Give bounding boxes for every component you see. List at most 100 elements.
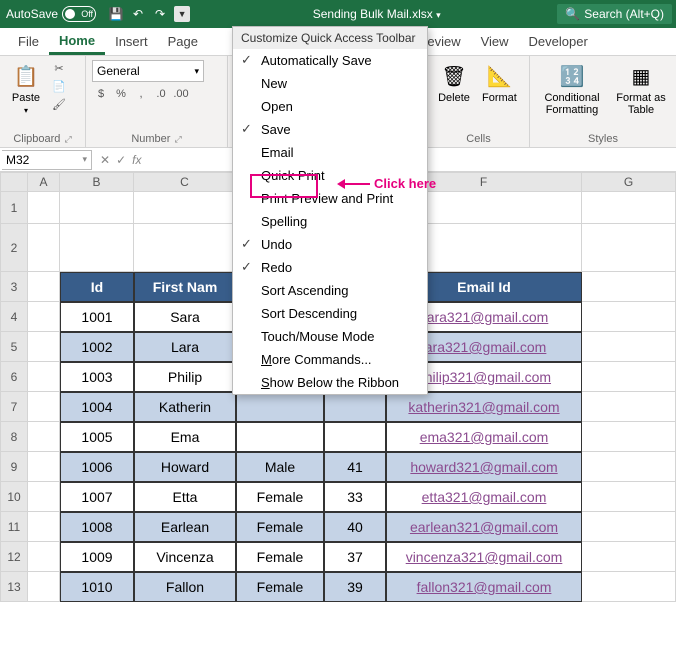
qat-menu-item[interactable]: ✓Save: [233, 118, 427, 141]
cell-age[interactable]: 33: [324, 482, 386, 512]
cell-id[interactable]: 1005: [60, 422, 134, 452]
cell-age[interactable]: 40: [324, 512, 386, 542]
row-header[interactable]: 5: [0, 332, 28, 362]
row-header[interactable]: 8: [0, 422, 28, 452]
cell-gender[interactable]: [236, 422, 324, 452]
cut-icon[interactable]: ✂: [50, 60, 68, 76]
cell-age[interactable]: 39: [324, 572, 386, 602]
launcher-icon[interactable]: ⤢: [64, 134, 71, 145]
cell-id[interactable]: 1006: [60, 452, 134, 482]
qat-menu-item[interactable]: Open: [233, 95, 427, 118]
tab-file[interactable]: File: [8, 28, 49, 55]
qat-menu-item[interactable]: New: [233, 72, 427, 95]
qat-menu-item[interactable]: Spelling: [233, 210, 427, 233]
cell-gender[interactable]: [236, 392, 324, 422]
cell-first[interactable]: Howard: [134, 452, 236, 482]
tab-insert[interactable]: Insert: [105, 28, 158, 55]
qat-menu-item[interactable]: Touch/Mouse Mode: [233, 325, 427, 348]
cell-id[interactable]: 1004: [60, 392, 134, 422]
fx-icon[interactable]: fx: [132, 153, 141, 167]
row-header[interactable]: 4: [0, 302, 28, 332]
paste-button[interactable]: 📋 Paste ▾: [6, 60, 46, 117]
number-format-select[interactable]: General ▾: [92, 60, 204, 82]
row-header[interactable]: 7: [0, 392, 28, 422]
cell-first[interactable]: Lara: [134, 332, 236, 362]
qat-menu-item[interactable]: ✓Automatically Save: [233, 49, 427, 72]
select-all-corner[interactable]: [0, 172, 28, 192]
launcher-icon[interactable]: ⤢: [174, 134, 181, 145]
toggle-switch[interactable]: Off: [62, 6, 96, 22]
row-header[interactable]: 10: [0, 482, 28, 512]
cell-email[interactable]: vincenza321@gmail.com: [386, 542, 582, 572]
row-header[interactable]: 6: [0, 362, 28, 392]
row-header[interactable]: 3: [0, 272, 28, 302]
cell-id[interactable]: 1001: [60, 302, 134, 332]
search-box[interactable]: 🔍 Search (Alt+Q): [557, 4, 672, 24]
percent-icon[interactable]: %: [112, 86, 130, 102]
cell-id[interactable]: 1009: [60, 542, 134, 572]
format-painter-icon[interactable]: 🖌: [50, 96, 68, 112]
qat-menu-item[interactable]: Show Below the Ribbon: [233, 371, 427, 394]
tab-developer[interactable]: Developer: [519, 28, 598, 55]
cell-id[interactable]: 1007: [60, 482, 134, 512]
redo-icon[interactable]: ↷: [152, 6, 168, 22]
col-header[interactable]: C: [134, 172, 236, 192]
undo-icon[interactable]: ↶: [130, 6, 146, 22]
cell-email[interactable]: howard321@gmail.com: [386, 452, 582, 482]
cell-first[interactable]: Earlean: [134, 512, 236, 542]
cancel-icon[interactable]: ✕: [100, 153, 110, 167]
tab-home[interactable]: Home: [49, 28, 105, 55]
cell-gender[interactable]: Female: [236, 542, 324, 572]
cell-id[interactable]: 1002: [60, 332, 134, 362]
format-button[interactable]: 📐 Format: [478, 60, 521, 106]
cell-age[interactable]: 41: [324, 452, 386, 482]
cell-gender[interactable]: Male: [236, 452, 324, 482]
qat-menu-item[interactable]: Sort Ascending: [233, 279, 427, 302]
col-header[interactable]: A: [28, 172, 60, 192]
conditional-formatting-button[interactable]: 🔢 Conditional Formatting: [536, 60, 608, 118]
cell-id[interactable]: 1008: [60, 512, 134, 542]
qat-menu-item[interactable]: Sort Descending: [233, 302, 427, 325]
tab-page[interactable]: Page: [158, 28, 208, 55]
cell-first[interactable]: Fallon: [134, 572, 236, 602]
row-header[interactable]: 9: [0, 452, 28, 482]
cell-first[interactable]: Etta: [134, 482, 236, 512]
row-header[interactable]: 2: [0, 224, 28, 272]
cell-first[interactable]: Sara: [134, 302, 236, 332]
cell-first[interactable]: Philip: [134, 362, 236, 392]
autosave-toggle[interactable]: AutoSave Off: [0, 6, 102, 22]
row-header[interactable]: 1: [0, 192, 28, 224]
qat-menu-item[interactable]: More Commands...: [233, 348, 427, 371]
save-icon[interactable]: 💾: [108, 6, 124, 22]
decrease-decimal-icon[interactable]: .00: [172, 86, 190, 102]
format-table-button[interactable]: ▦ Format as Table: [612, 60, 670, 118]
cell-age[interactable]: 37: [324, 542, 386, 572]
cell-email[interactable]: ema321@gmail.com: [386, 422, 582, 452]
cell-email[interactable]: fallon321@gmail.com: [386, 572, 582, 602]
cell-gender[interactable]: Female: [236, 572, 324, 602]
name-box[interactable]: M32 ▾: [2, 150, 92, 170]
cell-email[interactable]: etta321@gmail.com: [386, 482, 582, 512]
cell-id[interactable]: 1003: [60, 362, 134, 392]
row-header[interactable]: 13: [0, 572, 28, 602]
row-header[interactable]: 11: [0, 512, 28, 542]
cell-first[interactable]: Katherin: [134, 392, 236, 422]
cell-first[interactable]: Ema: [134, 422, 236, 452]
enter-icon[interactable]: ✓: [116, 153, 126, 167]
cell-id[interactable]: 1010: [60, 572, 134, 602]
qat-menu-item[interactable]: ✓Undo: [233, 233, 427, 256]
cell-gender[interactable]: Female: [236, 512, 324, 542]
qat-menu-item[interactable]: Email: [233, 141, 427, 164]
increase-decimal-icon[interactable]: .0: [152, 86, 170, 102]
comma-icon[interactable]: ,: [132, 86, 150, 102]
title-chevron-icon[interactable]: ▾: [436, 10, 441, 20]
copy-icon[interactable]: 📄: [50, 78, 68, 94]
tab-view[interactable]: View: [471, 28, 519, 55]
cell-email[interactable]: earlean321@gmail.com: [386, 512, 582, 542]
currency-icon[interactable]: $: [92, 86, 110, 102]
cell-gender[interactable]: Female: [236, 482, 324, 512]
col-header[interactable]: B: [60, 172, 134, 192]
qat-menu-item[interactable]: ✓Redo: [233, 256, 427, 279]
cell-first[interactable]: Vincenza: [134, 542, 236, 572]
cell-email[interactable]: katherin321@gmail.com: [386, 392, 582, 422]
